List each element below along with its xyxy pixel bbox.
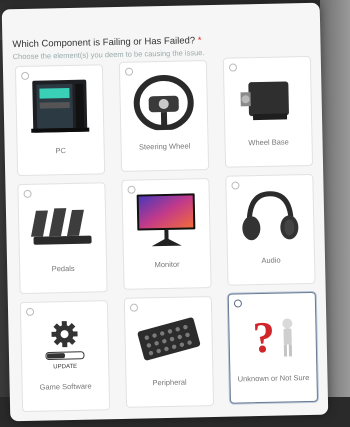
question-subtitle: Choose the element(s) you deem to be cau… (12, 48, 205, 62)
button-box-icon (137, 317, 201, 361)
option-label: PC (55, 146, 66, 156)
required-mark: * (197, 35, 202, 47)
option-label: Monitor (154, 259, 180, 270)
option-wheel-base[interactable]: Wheel Base (222, 55, 314, 168)
option-unknown-or-not-sure[interactable]: ? Unknown or Not Sure (227, 291, 319, 404)
option-game-software[interactable]: UPDATE Game Software (19, 300, 111, 413)
option-label: Audio (261, 255, 281, 265)
option-label: Wheel Base (248, 137, 289, 148)
options-grid: PC Steering Wheel Wheel Base Pedals Moni… (14, 55, 322, 414)
steering-wheel-icon (133, 75, 194, 131)
option-steering-wheel[interactable]: Steering Wheel (118, 60, 210, 172)
wheel-base-icon (240, 81, 289, 121)
headphones-icon (242, 191, 299, 241)
option-pc[interactable]: PC (14, 64, 106, 177)
option-label: Game Software (39, 381, 92, 392)
option-label: Pedals (51, 263, 75, 274)
question-mark-icon: ? (252, 313, 293, 362)
option-peripheral[interactable]: Peripheral (123, 296, 215, 408)
component-question-card: Which Component is Failing or Has Failed… (1, 2, 329, 422)
option-label: Steering Wheel (138, 141, 191, 152)
option-label: Unknown or Not Sure (237, 373, 310, 384)
svg-text:?: ? (252, 313, 275, 362)
pedals-icon (30, 208, 92, 245)
option-audio[interactable]: Audio (225, 173, 316, 286)
gear-icon: UPDATE (45, 321, 85, 370)
option-pedals[interactable]: Pedals (17, 182, 108, 295)
update-caption: UPDATE (53, 364, 77, 370)
monitor-icon (136, 193, 196, 247)
option-monitor[interactable]: Monitor (121, 178, 212, 290)
option-label: Peripheral (152, 377, 187, 388)
pc-case-icon (31, 79, 90, 133)
